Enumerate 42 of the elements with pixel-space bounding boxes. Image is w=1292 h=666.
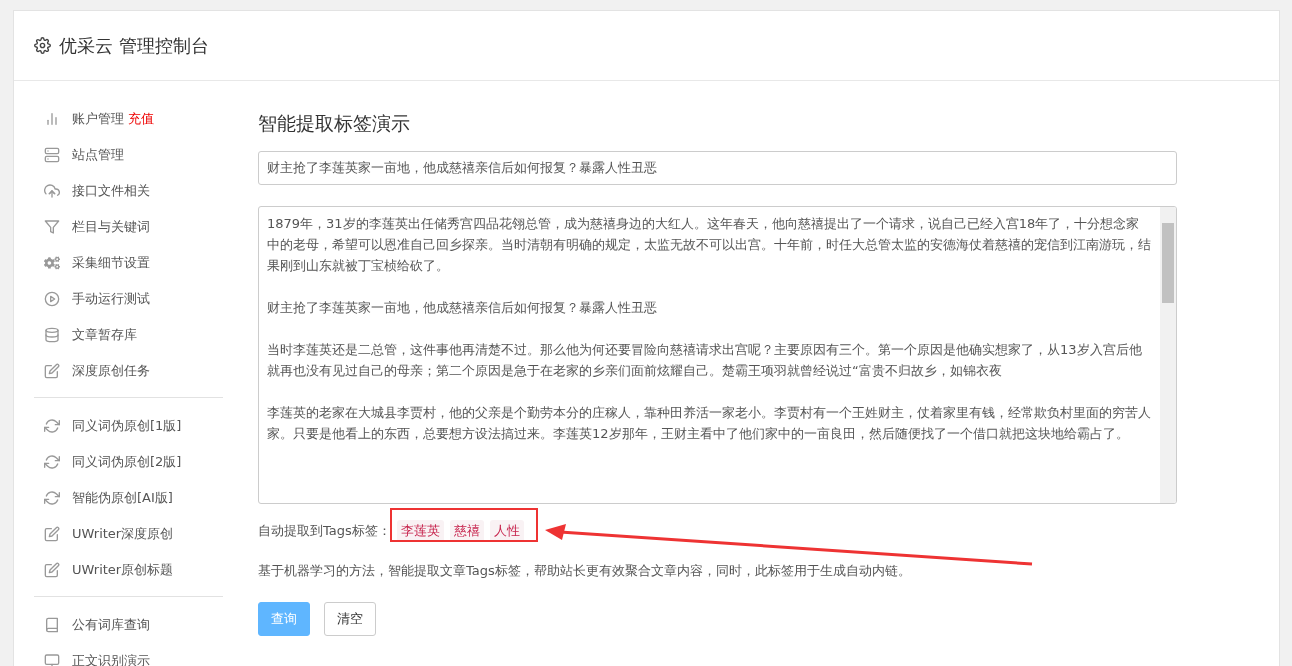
scrollbar[interactable] <box>1160 207 1176 503</box>
title-input-field[interactable]: 财主抢了李莲英家一亩地，他成慈禧亲信后如何报复？暴露人性丑恶 <box>258 151 1177 185</box>
tag: 慈禧 <box>449 520 484 542</box>
sidebar-item[interactable]: 公有词库查询 <box>34 607 223 643</box>
sidebar-item[interactable]: 同义词伪原创[2版] <box>34 444 223 480</box>
sidebar-item[interactable]: 栏目与关键词 <box>34 209 223 245</box>
refresh-icon <box>44 490 60 506</box>
bar-chart-icon <box>44 111 60 127</box>
sidebar-item[interactable]: 站点管理 <box>34 137 223 173</box>
sidebar-item[interactable]: 接口文件相关 <box>34 173 223 209</box>
refresh-icon <box>44 454 60 470</box>
console-title: 优采云 管理控制台 <box>59 33 209 58</box>
monitor-icon <box>44 653 60 666</box>
sidebar-item[interactable]: 手动运行测试 <box>34 281 223 317</box>
page-title: 智能提取标签演示 <box>258 111 411 136</box>
edit-icon <box>44 526 60 542</box>
cloud-upload-icon <box>44 183 60 199</box>
sidebar-item[interactable]: UWriter原创标题 <box>34 552 223 588</box>
sidebar-item[interactable]: 账户管理 充值 <box>34 101 223 137</box>
tag: 李莲英 <box>396 520 444 542</box>
recharge-link[interactable]: 充值 <box>128 110 154 128</box>
sidebar-item[interactable]: UWriter深度原创 <box>34 516 223 552</box>
tag: 人性 <box>489 520 524 542</box>
description-text: 基于机器学习的方法，智能提取文章Tags标签，帮助站长更有效聚合文章内容，同时，此标签用于生成自动内链。 <box>258 562 912 580</box>
gears-icon <box>44 255 60 271</box>
sidebar-item[interactable]: 深度原创任务 <box>34 353 223 389</box>
sidebar-item[interactable]: 同义词伪原创[1版] <box>34 408 223 444</box>
database-icon <box>44 327 60 343</box>
filter-icon <box>44 219 60 235</box>
sidebar-item[interactable]: 智能伪原创[AI版] <box>34 480 223 516</box>
sidebar-item[interactable]: 采集细节设置 <box>34 245 223 281</box>
refresh-icon <box>44 418 60 434</box>
tags-label: 自动提取到Tags标签： <box>258 522 391 540</box>
settings-icon <box>34 37 51 54</box>
clear-button[interactable]: 清空 <box>324 602 376 636</box>
content-text-area[interactable]: 1879年，31岁的李莲英出任储秀宫四品花翎总管，成为慈禧身边的大红人。这年春天，他向慈禧提出了一个请求，说自己已经入宫18年了，十分想念家中的老母，希望可以恩准自己回乡探亲。当时清朝有明确的规定，太监无故不可以出宫。十年前，时任大总管太监的安德海仗着慈禧的宠信到江南游玩，结果刚到山东就被丁宝桢给砍了。 财主抢了李莲英家一亩地，他成慈禧亲信后如何报复？暴露人性丑恶 当时李莲英还是二总管，这件事他再清楚不过。那么他为何还要冒险向慈禧请求出宫呢？主要原因有三个。第一个原因是他确实想家了，从13岁入宫后他就再也没有见过自己的母亲；第二个原因是急于在老家的乡亲们面前炫耀自己。楚霸王项羽就曾经说过“富贵不归故乡，如锦衣夜 李莲英的老家在大城县李贾村，他的父亲是个勤劳本分的庄稼人，靠种田养活一家老小。李贾村有一个王姓财主，仗着家里有钱，经常欺负村里面的穷苦人家。只要是他看上的东西，总要想方设法搞过来。李莲英12岁那年，王财主看中了他们家中的一亩良田，然后随便找了一个借口就把这块地给霸占了。 <box>258 206 1177 504</box>
edit-icon <box>44 363 60 379</box>
sidebar-item[interactable]: 文章暂存库 <box>34 317 223 353</box>
play-icon <box>44 291 60 307</box>
edit-icon <box>44 562 60 578</box>
book-icon <box>44 617 60 633</box>
server-icon <box>44 147 60 163</box>
